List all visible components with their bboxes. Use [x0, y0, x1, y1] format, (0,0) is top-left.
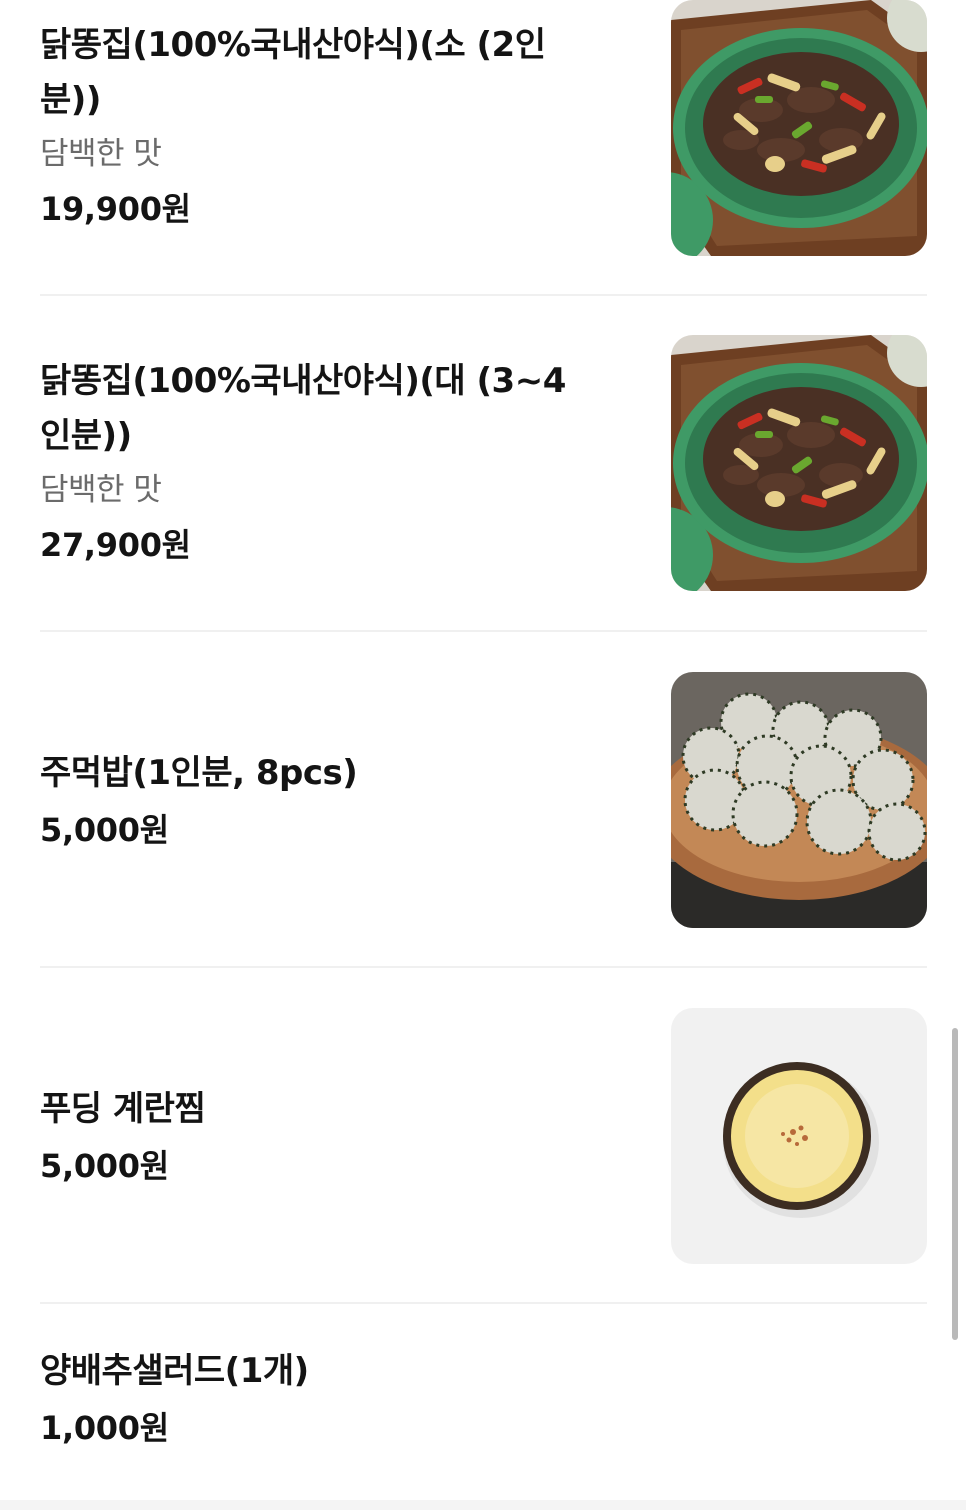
menu-item-price: 27,900원 — [40, 526, 191, 564]
menu-item-text: 닭똥집(100%국내산야식)(소 (2인 분)) 담백한 맛 19,900원 — [40, 18, 625, 238]
menu-item-price: 1,000원 — [40, 1409, 169, 1447]
menu-item-description: 담백한 맛 — [40, 136, 162, 172]
rice-balls-image — [671, 672, 927, 928]
menu-item-name: 닭똥집(100%국내산야식)(대 (3~4 인분)) — [40, 354, 625, 464]
menu-item-text: 양배추샐러드(1개) 1,000원 — [40, 1344, 625, 1457]
scrollbar-thumb[interactable] — [952, 1028, 958, 1340]
menu-item-name: 양배추샐러드(1개) — [40, 1351, 309, 1391]
menu-item-text: 푸딩 계란찜 5,000원 — [40, 1082, 625, 1195]
menu-item-text: 닭똥집(100%국내산야식)(대 (3~4 인분)) 담백한 맛 27,900원 — [40, 354, 625, 574]
menu-item-steamed-egg[interactable]: 푸딩 계란찜 5,000원 — [40, 1008, 927, 1264]
menu-item-name-line: 분)) — [40, 80, 101, 120]
gizzard-dish-image — [671, 335, 927, 591]
stir-fried-gizzard-photo[interactable] — [671, 0, 927, 256]
gizzard-dish-image — [671, 0, 927, 256]
menu-item-name: 주먹밥(1인분, 8pcs) — [40, 753, 358, 793]
menu-item-name-line: 인분)) — [40, 416, 132, 456]
menu-item-name: 푸딩 계란찜 — [40, 1089, 206, 1129]
rice-balls-photo[interactable] — [671, 672, 927, 928]
divider — [40, 966, 927, 968]
stir-fried-gizzard-photo[interactable] — [671, 335, 927, 591]
menu-item-name-line: 닭똥집(100%국내산야식)(대 (3~4 — [40, 361, 566, 401]
menu-item-price: 19,900원 — [40, 190, 191, 228]
menu-item-rice-balls[interactable]: 주먹밥(1인분, 8pcs) 5,000원 — [40, 672, 927, 928]
menu-item-cabbage-salad[interactable]: 양배추샐러드(1개) 1,000원 — [40, 1344, 927, 1464]
menu-item-gizzard-large[interactable]: 닭똥집(100%국내산야식)(대 (3~4 인분)) 담백한 맛 27,900원 — [40, 335, 927, 606]
divider — [40, 294, 927, 296]
menu-item-name: 닭똥집(100%국내산야식)(소 (2인 분)) — [40, 18, 625, 128]
menu-item-description: 담백한 맛 — [40, 472, 162, 508]
divider — [40, 630, 927, 632]
menu-item-text: 주먹밥(1인분, 8pcs) 5,000원 — [40, 746, 625, 859]
menu-item-price: 5,000원 — [40, 811, 169, 849]
steamed-egg-pudding-photo[interactable] — [671, 1008, 927, 1264]
bottom-edge — [0, 1500, 966, 1510]
menu-item-name-line: 닭똥집(100%국내산야식)(소 (2인 — [40, 25, 546, 65]
divider — [40, 1302, 927, 1304]
menu-item-price: 5,000원 — [40, 1147, 169, 1185]
menu-item-gizzard-small[interactable]: 닭똥집(100%국내산야식)(소 (2인 분)) 담백한 맛 19,900원 — [40, 0, 927, 270]
egg-pudding-image — [671, 1008, 927, 1264]
